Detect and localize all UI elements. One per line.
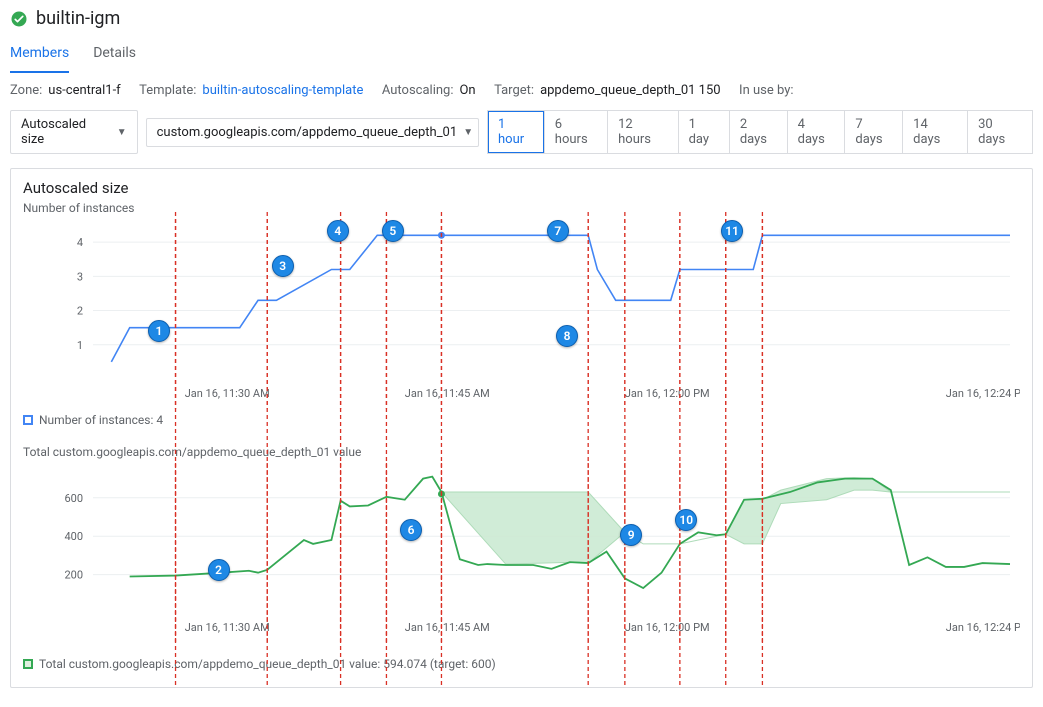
- chart1-area: 1 2 3 4 Jan 16, 11:30 AM Jan 16, 11:45 AM Jan …: [23, 219, 1020, 409]
- svg-text:4: 4: [77, 236, 83, 249]
- svg-text:Jan 16, 11:45 AM: Jan 16, 11:45 AM: [405, 387, 490, 400]
- callout-6: 6: [400, 519, 422, 541]
- svg-text:600: 600: [64, 492, 83, 505]
- chart1-subtitle: Number of instances: [23, 201, 1020, 215]
- svg-text:Jan 16, 12:24 PM: Jan 16, 12:24 PM: [946, 387, 1020, 400]
- chart2-legend: Total custom.googleapis.com/appdemo_queu…: [39, 657, 496, 671]
- status-ok-icon: [10, 10, 28, 28]
- meta-inuse-key: In use by:: [739, 83, 793, 98]
- callout-7: 7: [547, 220, 569, 242]
- chart1-legend: Number of instances: 4: [39, 413, 163, 427]
- callout-2: 2: [208, 559, 230, 581]
- chart-card: Autoscaled size Number of instances 1 2 3 4…: [10, 168, 1033, 688]
- meta-template-link[interactable]: builtin-autoscaling-template: [202, 83, 363, 98]
- svg-text:Jan 16, 11:30 AM: Jan 16, 11:30 AM: [185, 621, 270, 634]
- range-btn-2-days[interactable]: 2 days: [730, 110, 788, 154]
- metric-left-label: Autoscaled size: [21, 117, 111, 147]
- range-btn-4-days[interactable]: 4 days: [788, 110, 846, 154]
- metric-left-dropdown[interactable]: Autoscaled size ▼: [10, 110, 138, 154]
- tab-details[interactable]: Details: [93, 39, 136, 73]
- callout-1: 1: [148, 320, 170, 342]
- svg-text:3: 3: [77, 270, 83, 283]
- svg-text:400: 400: [64, 530, 83, 543]
- tab-members[interactable]: Members: [10, 39, 69, 73]
- chart1-title: Autoscaled size: [23, 179, 1020, 197]
- svg-text:2: 2: [77, 305, 83, 318]
- chart2-title: Total custom.googleapis.com/appdemo_queu…: [23, 445, 1020, 459]
- metric-right-label: custom.googleapis.com/appdemo_queue_dept…: [157, 125, 458, 140]
- chart2-area: 200 400 600 Jan 16, 11:30 AM Jan 16, 11:45 A…: [23, 463, 1020, 653]
- legend-swatch-blue: [23, 415, 33, 425]
- svg-text:Jan 16, 12:00 PM: Jan 16, 12:00 PM: [625, 387, 710, 400]
- caret-down-icon: ▼: [117, 127, 127, 138]
- meta-autoscaling-key: Autoscaling:: [382, 83, 454, 98]
- legend-swatch-green: [23, 659, 33, 669]
- meta-zone-val: us-central1-f: [48, 83, 120, 98]
- svg-text:Jan 16, 11:30 AM: Jan 16, 11:30 AM: [185, 387, 270, 400]
- range-btn-1-hour[interactable]: 1 hour: [487, 110, 545, 154]
- time-range-group: 1 hour6 hours12 hours1 day2 days4 days7 …: [487, 110, 1033, 154]
- meta-target-key: Target:: [494, 83, 534, 98]
- meta-template-key: Template:: [139, 83, 196, 98]
- callout-11: 11: [721, 220, 743, 242]
- svg-text:Jan 16, 12:24 PM: Jan 16, 12:24 PM: [946, 621, 1020, 634]
- svg-text:200: 200: [64, 569, 83, 582]
- meta-autoscaling-val: On: [459, 83, 475, 98]
- caret-down-icon: ▼: [463, 127, 473, 138]
- svg-text:Jan 16, 12:00 PM: Jan 16, 12:00 PM: [625, 621, 710, 634]
- svg-text:1: 1: [77, 339, 83, 352]
- range-btn-1-day[interactable]: 1 day: [679, 110, 730, 154]
- page-title: builtin-igm: [36, 8, 120, 29]
- range-btn-14-days[interactable]: 14 days: [903, 110, 968, 154]
- meta-target-val: appdemo_queue_depth_01 150: [540, 83, 721, 98]
- tabs: Members Details: [10, 39, 1033, 73]
- callout-3: 3: [272, 255, 294, 277]
- metric-right-dropdown[interactable]: custom.googleapis.com/appdemo_queue_dept…: [146, 118, 479, 147]
- callout-4: 4: [327, 220, 349, 242]
- meta-zone-key: Zone:: [10, 83, 42, 98]
- range-btn-30-days[interactable]: 30 days: [968, 110, 1033, 154]
- meta-row: Zone: us-central1-f Template: builtin-au…: [10, 83, 1033, 98]
- callout-8: 8: [556, 325, 578, 347]
- range-btn-12-hours[interactable]: 12 hours: [608, 110, 678, 154]
- svg-text:Jan 16, 11:45 AM: Jan 16, 11:45 AM: [405, 621, 490, 634]
- callout-5: 5: [382, 220, 404, 242]
- range-btn-7-days[interactable]: 7 days: [845, 110, 903, 154]
- range-btn-6-hours[interactable]: 6 hours: [545, 110, 608, 154]
